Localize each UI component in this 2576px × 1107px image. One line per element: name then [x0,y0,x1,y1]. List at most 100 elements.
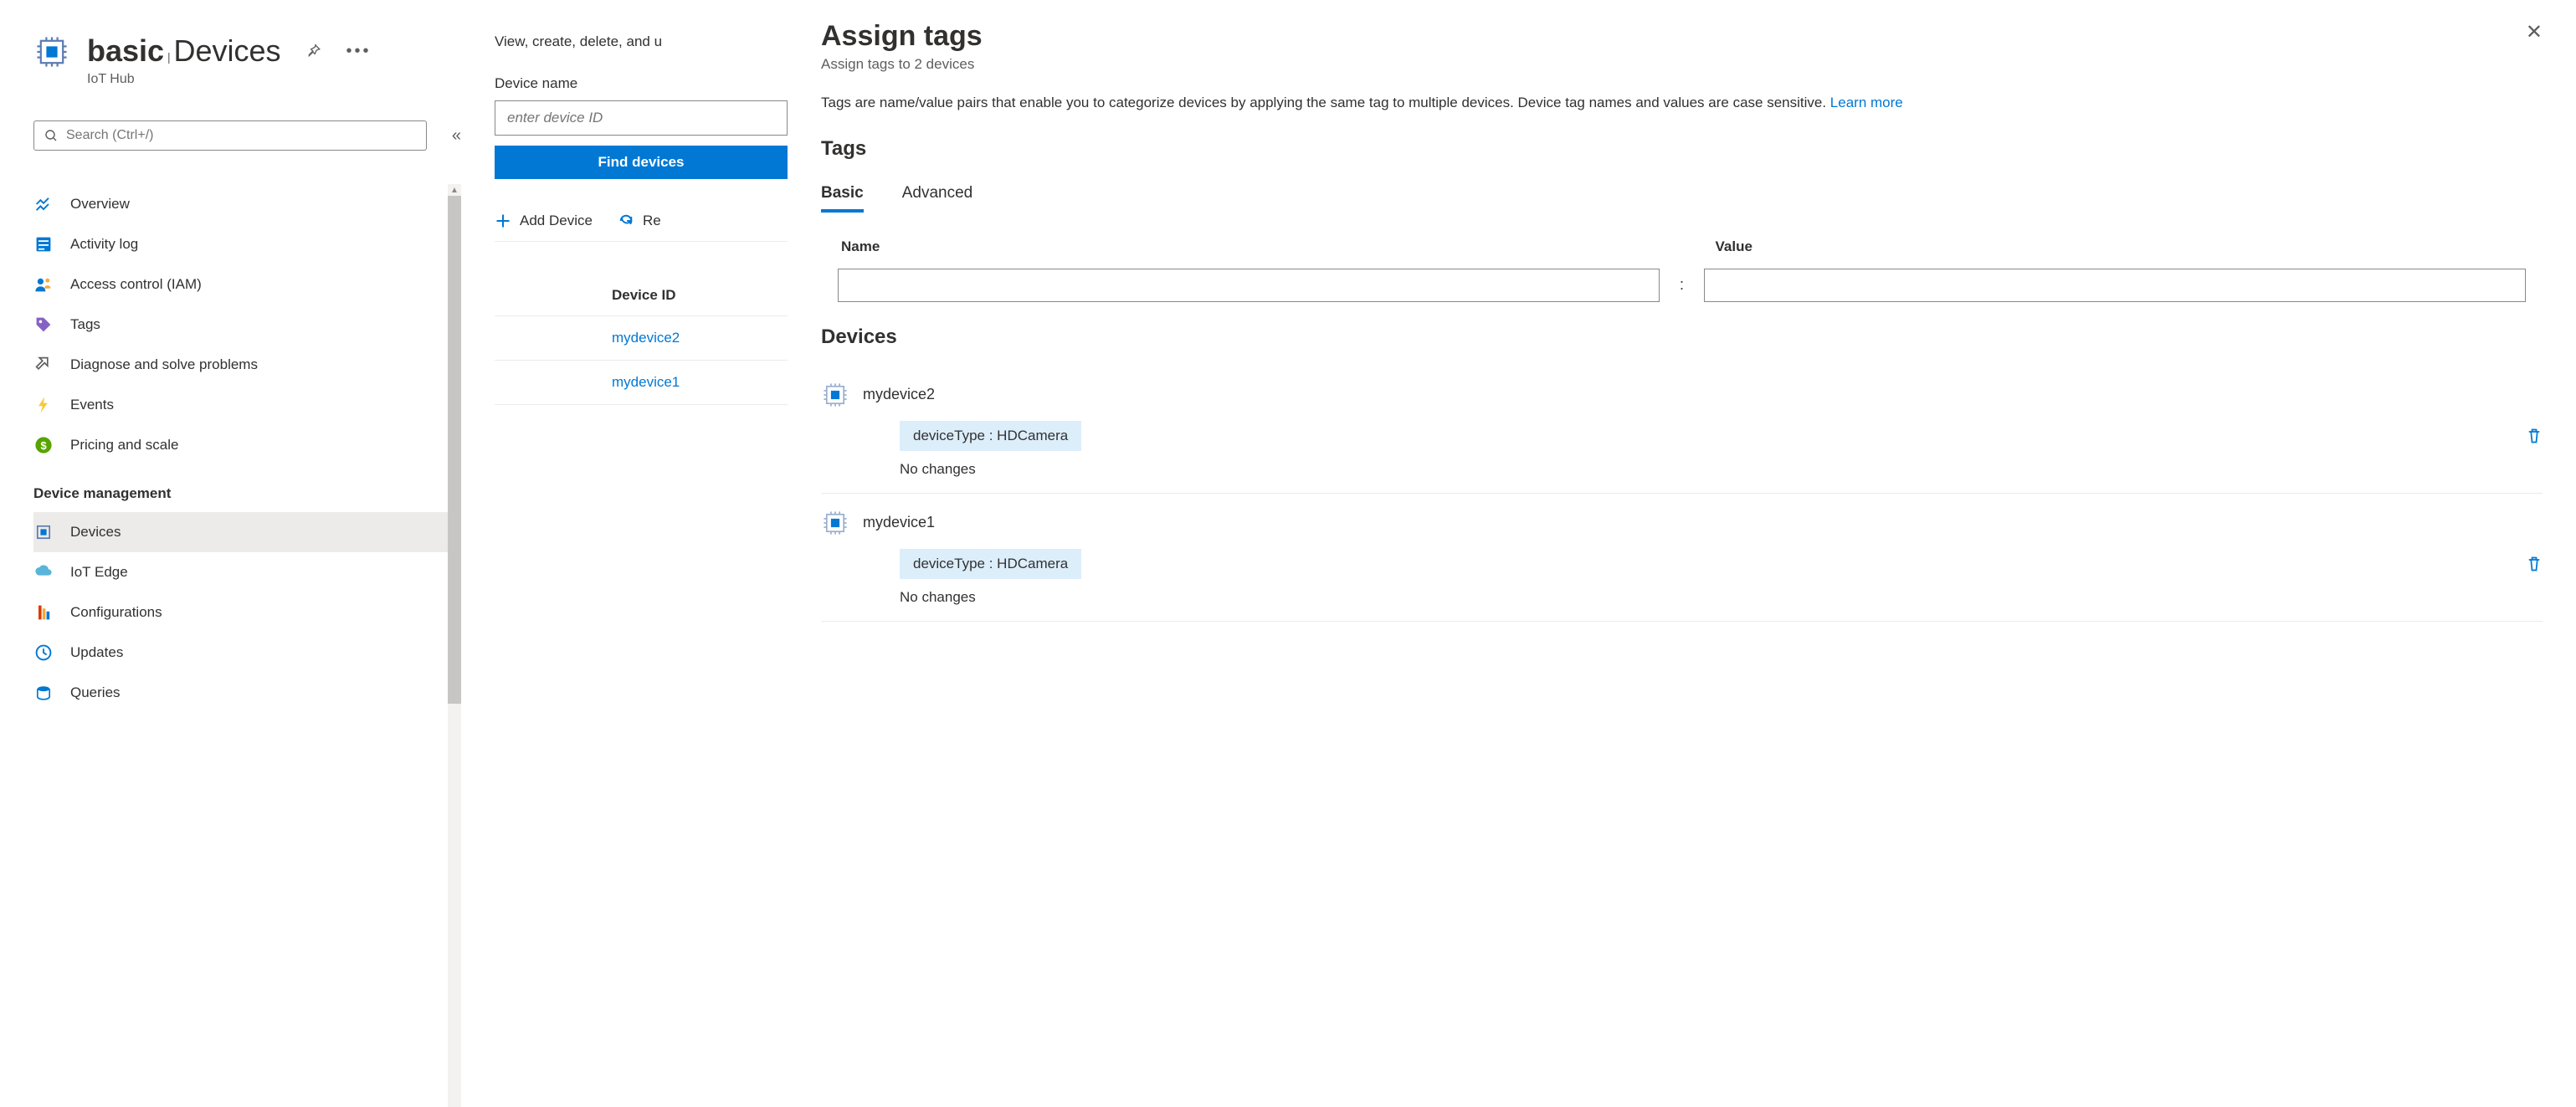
nav-list: ▲ Overview Activity log Access control (… [33,184,461,1107]
activity-log-icon [33,234,54,254]
table-row[interactable]: mydevice1 [495,361,788,405]
search-input[interactable] [66,128,416,143]
tag-chip: deviceType : HDCamera [900,421,1081,451]
refresh-label: Re [643,213,661,229]
nav-label: Tags [70,316,100,333]
collapse-nav-icon[interactable]: « [452,126,461,146]
status-text: No changes [900,589,2543,606]
search-input-wrapper[interactable] [33,120,427,151]
page-header: basic | Devices ••• IoT Hub [33,33,461,87]
toolbar: Add Device Re [495,213,788,242]
nav-label: Queries [70,684,121,701]
pricing-icon: $ [33,435,54,455]
close-icon[interactable]: ✕ [2526,20,2543,44]
nav-label: Updates [70,644,123,661]
nav-iot-edge[interactable]: IoT Edge [33,552,461,592]
scrollbar-track[interactable]: ▲ [448,184,461,1107]
tab-advanced[interactable]: Advanced [902,184,973,213]
scrollbar-up-icon[interactable]: ▲ [448,184,461,197]
devices-icon [33,522,54,542]
device-block: mydevice1 deviceType : HDCamera No chang… [821,494,2543,622]
nav-overview[interactable]: Overview [33,184,461,224]
tag-chip: deviceType : HDCamera [900,549,1081,579]
nav-configurations[interactable]: Configurations [33,592,461,633]
tag-name-input[interactable] [838,269,1660,302]
configurations-icon [33,602,54,623]
nav-devices[interactable]: Devices [33,512,461,552]
nav-events[interactable]: Events [33,385,461,425]
nav-activity-log[interactable]: Activity log [33,224,461,264]
panel-subtitle: Assign tags to 2 devices [821,56,983,73]
tags-heading: Tags [821,137,2543,161]
nav-label: IoT Edge [70,564,128,581]
svg-text:$: $ [40,439,47,452]
search-icon [44,129,66,142]
delete-tag-icon[interactable] [2526,428,2543,444]
nav-section-device-mgmt: Device management [33,485,461,502]
device-icon [821,509,849,537]
plus-icon [495,213,511,229]
learn-more-link[interactable]: Learn more [1830,95,1903,110]
nav-label: Configurations [70,604,162,621]
iot-edge-icon [33,562,54,582]
colon-separator: : [1680,276,1684,294]
nav-label: Diagnose and solve problems [70,356,258,373]
nav-label: Overview [70,196,130,213]
device-link[interactable]: mydevice2 [612,330,680,346]
nav-label: Events [70,397,114,413]
device-name: mydevice1 [863,514,935,531]
nav-tags[interactable]: Tags [33,305,461,345]
nav-label: Access control (IAM) [70,276,202,293]
find-devices-button[interactable]: Find devices [495,146,788,179]
device-block: mydevice2 deviceType : HDCamera No chang… [821,366,2543,494]
refresh-icon [618,213,634,229]
device-name: mydevice2 [863,386,935,403]
col-value-header: Value [1682,238,1752,255]
tag-input-row: : [821,269,2543,302]
tags-icon [33,315,54,335]
updates-icon [33,643,54,663]
nav-label: Devices [70,524,121,541]
nav-access-control[interactable]: Access control (IAM) [33,264,461,305]
nav-pricing[interactable]: $ Pricing and scale [33,425,461,465]
more-icon[interactable]: ••• [346,44,372,59]
overview-icon [33,194,54,214]
tag-header-row: Name Value [821,238,2543,255]
section-name: Devices [173,33,280,68]
devices-heading: Devices [821,325,2543,349]
refresh-button[interactable]: Re [618,213,661,229]
nav-updates[interactable]: Updates [33,633,461,673]
table-row[interactable]: mydevice2 [495,316,788,361]
access-control-icon [33,274,54,295]
device-id-header[interactable]: Device ID [495,275,788,316]
scrollbar-thumb[interactable] [448,196,461,704]
col-name-header: Name [821,238,1682,255]
device-table: Device ID mydevice2 mydevice1 [495,275,788,405]
add-device-label: Add Device [520,213,593,229]
tab-basic[interactable]: Basic [821,184,864,213]
device-name-label: Device name [495,75,788,92]
nav-label: Activity log [70,236,138,253]
assign-tags-panel: Assign tags Assign tags to 2 devices ✕ T… [788,0,2576,1107]
iot-hub-icon [33,33,70,70]
panel-description: Tags are name/value pairs that enable yo… [821,93,2543,114]
tabs: Basic Advanced [821,184,2543,213]
service-label: IoT Hub [87,72,461,87]
status-text: No changes [900,461,2543,478]
diagnose-icon [33,355,54,375]
tag-value-input[interactable] [1704,269,2526,302]
device-icon [821,381,849,409]
device-link[interactable]: mydevice1 [612,374,680,390]
panel-title: Assign tags [821,20,983,53]
intro-text: View, create, delete, and u [495,33,788,50]
pin-icon[interactable] [306,44,321,59]
nav-label: Pricing and scale [70,437,178,454]
delete-tag-icon[interactable] [2526,556,2543,572]
device-id-input[interactable] [495,100,788,136]
add-device-button[interactable]: Add Device [495,213,593,229]
resource-name: basic [87,33,164,68]
nav-queries[interactable]: Queries [33,673,461,713]
nav-diagnose[interactable]: Diagnose and solve problems [33,345,461,385]
events-icon [33,395,54,415]
queries-icon [33,683,54,703]
